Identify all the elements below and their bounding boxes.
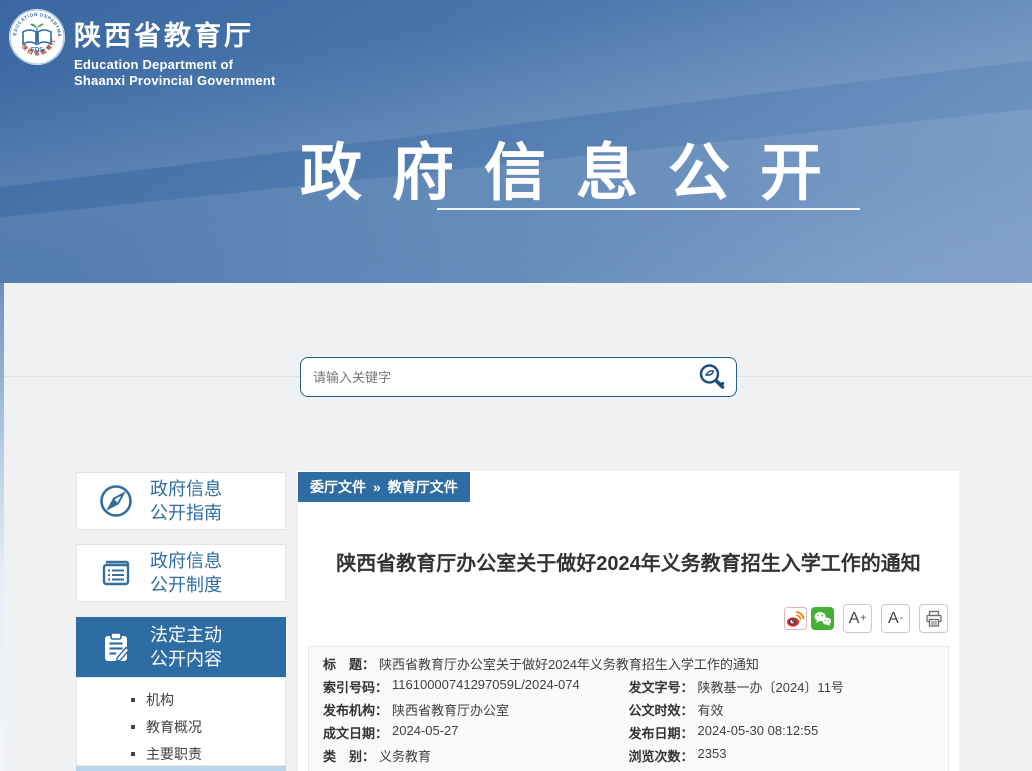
- font-increase-button[interactable]: A +: [843, 604, 872, 633]
- sidebar-bottom-strip: [76, 766, 286, 771]
- meta-row-category: 类 别： 义务教育 浏览次数： 2353: [323, 746, 727, 764]
- title-underline: [437, 208, 860, 210]
- department-seal-logo[interactable]: EDUCATION DEPARTMENT OF SHAANXI 陕西省教育厅 E…: [8, 8, 66, 66]
- font-decrease-button[interactable]: A-: [881, 604, 910, 633]
- page: EDUCATION DEPARTMENT OF SHAANXI 陕西省教育厅 E…: [0, 0, 1032, 771]
- sidebar-item-guide[interactable]: 政府信息 公开指南: [76, 472, 286, 530]
- org-name-zh: 陕西省教育厅: [74, 21, 254, 51]
- org-name-en-line2: Shaanxi Provincial Government: [74, 72, 276, 88]
- sidebar-item-label: 政府信息 公开指南: [150, 478, 222, 523]
- meta-row-index: 索引号码： 11610000741297059L/2024-074 发文字号： …: [323, 677, 844, 695]
- compass-icon: [100, 485, 132, 517]
- bullet-icon: [131, 697, 135, 702]
- document-list-icon: [102, 560, 130, 586]
- sidebar-item-rules[interactable]: 政府信息 公开制度: [76, 544, 286, 602]
- sidebar-subitem-overview[interactable]: 教育概况: [77, 713, 285, 740]
- seal-abbr-text: EDS: [31, 48, 43, 54]
- sidebar-submenu: 机构 教育概况 主要职责: [76, 677, 286, 766]
- search-input[interactable]: [301, 369, 688, 385]
- bullet-icon: [131, 724, 135, 729]
- document-meta-table: 标 题： 陕西省教育厅办公室关于做好2024年义务教育招生入学工作的通知 索引号…: [308, 646, 949, 771]
- sidebar-subitem-duties[interactable]: 主要职责: [77, 740, 285, 767]
- org-name-en-line1: Education Department of: [74, 57, 234, 72]
- meta-row-dates: 成文日期： 2024-05-27 发布日期： 2024-05-30 08:12:…: [323, 723, 819, 741]
- org-name-en: Education Department of Shaanxi Provinci…: [74, 57, 276, 88]
- search-button[interactable]: [688, 358, 736, 396]
- header-banner: EDUCATION DEPARTMENT OF SHAANXI 陕西省教育厅 E…: [0, 0, 1032, 283]
- page-title: 政府信息公开: [299, 139, 852, 208]
- clipboard-pencil-icon: [105, 632, 130, 662]
- left-edge-decor: [0, 283, 4, 771]
- weibo-share-icon[interactable]: [784, 607, 807, 630]
- article-title: 陕西省教育厅办公室关于做好2024年义务教育招生入学工作的通知: [336, 553, 921, 575]
- bullet-icon: [131, 751, 135, 756]
- search-bar: [300, 357, 737, 397]
- breadcrumb-parent-link[interactable]: 委厅文件: [310, 477, 366, 497]
- sidebar-item-label: 法定主动 公开内容: [150, 624, 222, 669]
- breadcrumb: 委厅文件 » 教育厅文件: [298, 472, 470, 502]
- search-icon: [699, 364, 725, 389]
- breadcrumb-current-link[interactable]: 教育厅文件: [388, 477, 458, 497]
- meta-row-publisher: 发布机构： 陕西省教育厅办公室 公文时效： 有效: [323, 703, 724, 718]
- wechat-share-icon[interactable]: [811, 607, 834, 630]
- print-button[interactable]: [919, 604, 948, 633]
- sidebar-item-label: 政府信息 公开制度: [150, 550, 222, 595]
- article-toolbar: A + A-: [780, 604, 948, 633]
- org-name-block: 陕西省教育厅 Education Department of Shaanxi P…: [74, 14, 276, 88]
- meta-row-title: 标 题： 陕西省教育厅办公室关于做好2024年义务教育招生入学工作的通知: [323, 657, 759, 672]
- sidebar-item-disclosure[interactable]: 法定主动 公开内容: [76, 617, 286, 677]
- article-panel: 委厅文件 » 教育厅文件 陕西省教育厅办公室关于做好2024年义务教育招生入学工…: [298, 471, 959, 771]
- sidebar-subitem-org[interactable]: 机构: [77, 686, 285, 713]
- breadcrumb-separator: »: [373, 479, 381, 495]
- printer-icon: [925, 610, 942, 627]
